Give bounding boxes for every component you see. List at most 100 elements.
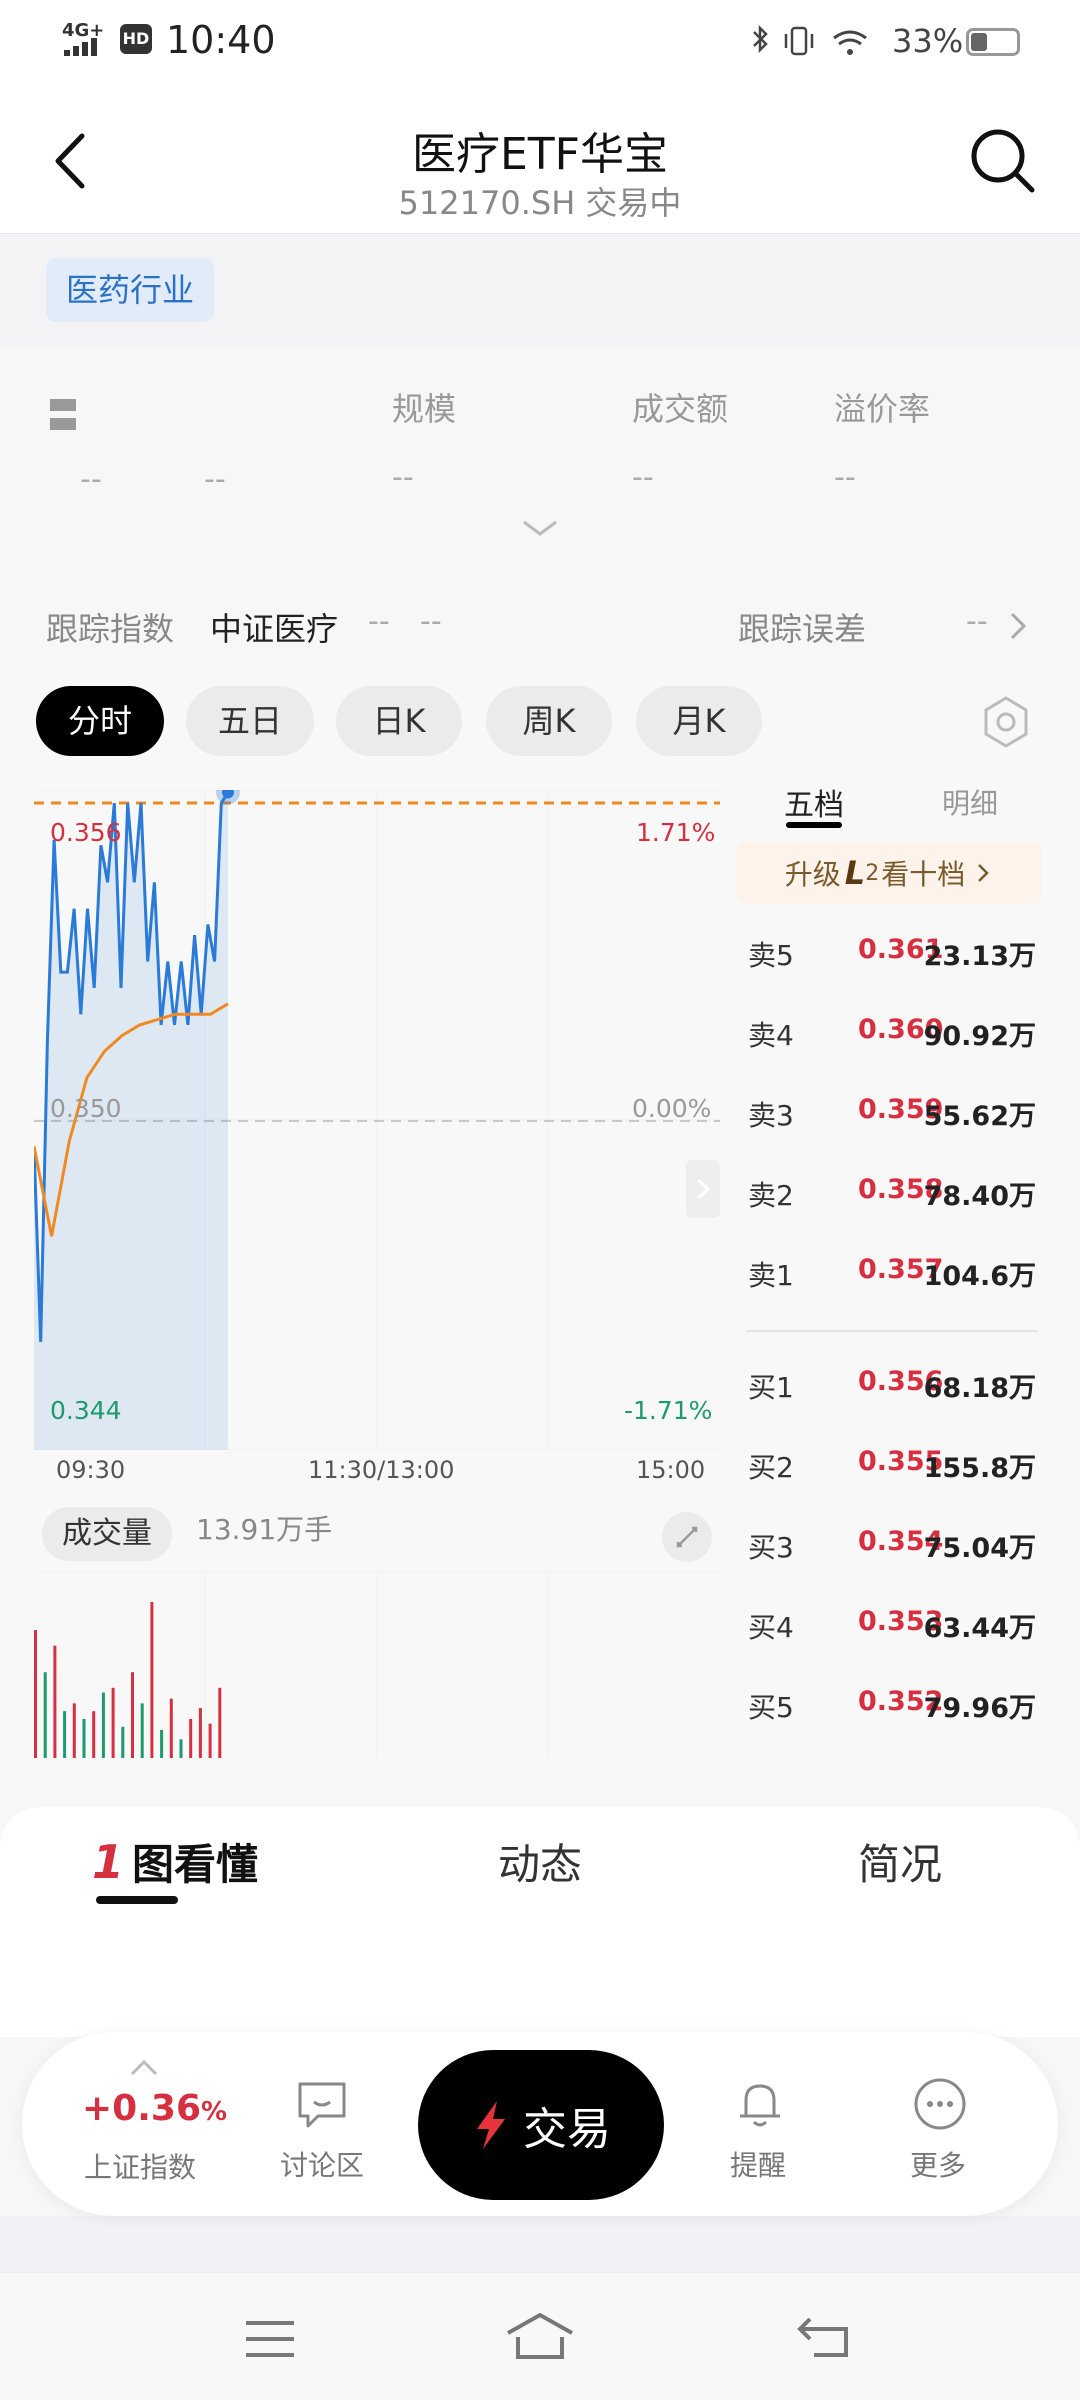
tab-chart-explain[interactable]: 1 图看懂 <box>92 1831 258 1892</box>
vibrate-icon <box>784 26 814 56</box>
sell-label: 卖4 <box>748 1019 794 1052</box>
gear-icon[interactable] <box>978 694 1034 750</box>
tab-five-day[interactable]: 五日 <box>186 686 314 756</box>
wifi-icon <box>833 30 867 55</box>
volume-bar <box>101 1692 105 1758</box>
tracking-row[interactable]: 跟踪指数 中证医疗 -- -- 跟踪误差 -- <box>0 590 1080 662</box>
sell-row-2[interactable]: 卖4 0.360 90.92万 <box>748 1014 1036 1054</box>
sell-vol: 55.62万 <box>923 1101 1036 1132</box>
buy-label: 买4 <box>748 1611 794 1644</box>
volume-bar <box>111 1687 115 1758</box>
sell-vol: 90.92万 <box>923 1021 1036 1052</box>
fullscreen-button[interactable] <box>662 1512 712 1562</box>
buy-label: 买3 <box>748 1531 794 1564</box>
tab-profile[interactable]: 简况 <box>858 1831 942 1892</box>
tab-intraday[interactable]: 分时 <box>36 686 164 756</box>
upgrade-l2-banner[interactable]: 升级 L2 看十档 <box>736 842 1042 904</box>
chevron-right-icon <box>1010 612 1027 640</box>
volume-selector[interactable]: 成交量 <box>42 1507 172 1561</box>
index-change: +0.36% <box>82 2088 228 2129</box>
tracking-index-label: 跟踪指数 <box>46 610 175 648</box>
premium-label: 溢价率 <box>834 390 931 428</box>
volume-bar <box>131 1672 134 1758</box>
tab-week-k[interactable]: 周K <box>486 686 612 756</box>
stats-panel: -- -- 规模 成交额 溢价率 -- -- -- 跟踪指数 中证医疗 -- -… <box>0 346 1080 662</box>
more-icon <box>914 2078 966 2130</box>
lightning-icon <box>477 2101 505 2149</box>
buy-label: 买1 <box>748 1371 794 1404</box>
tracking-error-value: -- <box>966 604 988 639</box>
price-mid-label: 0.350 <box>50 1094 122 1123</box>
price-chart[interactable] <box>34 790 720 1450</box>
battery-percent: 33% <box>892 22 964 60</box>
volume-bar <box>82 1719 86 1758</box>
sell-label: 卖2 <box>748 1179 794 1212</box>
trade-label: 交易 <box>523 2104 611 2155</box>
buy-row-1[interactable]: 买1 0.356 68.18万 <box>748 1366 1036 1406</box>
volume-bar <box>34 1630 37 1758</box>
bell-icon <box>740 2084 780 2127</box>
premium-value: -- <box>834 460 856 495</box>
page-title: 医疗ETF华宝 <box>412 129 668 180</box>
search-icon[interactable] <box>966 124 1038 196</box>
discussion-button[interactable]: 讨论区 <box>272 2070 392 2206</box>
buy-label: 买5 <box>748 1691 794 1724</box>
index-name: 上证指数 <box>84 2151 197 2184</box>
volume-value: 13.91万手 <box>196 1513 333 1546</box>
ticker-status: 512170.SH 交易中 <box>398 184 682 222</box>
status-icons <box>753 24 867 56</box>
order-book-tab-five[interactable]: 五档 <box>784 780 844 824</box>
order-book-tab-detail[interactable]: 明细 <box>942 782 998 822</box>
index-button[interactable]: +0.36% 上证指数 <box>60 2056 230 2206</box>
chart-expand-handle[interactable] <box>686 1160 720 1218</box>
signal-icon <box>64 38 97 56</box>
pct-high-label: 1.71% <box>636 818 716 847</box>
volume-bar <box>179 1739 183 1758</box>
chevron-down-icon[interactable] <box>520 518 560 538</box>
l2-logo: L <box>844 854 866 892</box>
industry-tag[interactable]: 医药行业 <box>46 258 215 322</box>
sell-row-4[interactable]: 卖2 0.358 78.40万 <box>748 1174 1036 1214</box>
scale-label: 规模 <box>392 390 457 428</box>
bottom-tabs: 1 图看懂 动态 简况 <box>0 1807 1080 2037</box>
sell-row-5[interactable]: 卖1 0.357 104.6万 <box>748 1254 1036 1294</box>
volume-bar <box>150 1602 154 1758</box>
buy-vol: 75.04万 <box>923 1533 1036 1564</box>
chat-icon <box>298 2082 346 2128</box>
tab-indicator <box>96 1896 178 1904</box>
buy-row-5[interactable]: 买5 0.352 79.96万 <box>748 1686 1036 1726</box>
alert-button[interactable]: 提醒 <box>716 2070 804 2206</box>
buy-row-2[interactable]: 买2 0.355 155.8万 <box>748 1446 1036 1486</box>
volume-bar <box>140 1703 144 1758</box>
tag-band: 医药行业 <box>0 234 1080 346</box>
tracking-error-label: 跟踪误差 <box>738 610 867 648</box>
home-icon[interactable] <box>504 2311 576 2361</box>
time-start-label: 09:30 <box>56 1456 126 1484</box>
sell-row-1[interactable]: 卖5 0.361 23.13万 <box>748 934 1036 974</box>
battery-icon <box>966 28 1020 56</box>
tab-news[interactable]: 动态 <box>498 1831 582 1892</box>
order-book-separator <box>746 1330 1038 1332</box>
sell-row-3[interactable]: 卖3 0.359 55.62万 <box>748 1094 1036 1134</box>
buy-row-3[interactable]: 买3 0.354 75.04万 <box>748 1526 1036 1566</box>
back-icon[interactable] <box>796 2313 852 2361</box>
volume-bar <box>53 1645 57 1758</box>
alert-label: 提醒 <box>730 2149 787 2182</box>
system-nav-bar <box>0 2272 1080 2400</box>
buy-row-4[interactable]: 买4 0.353 63.44万 <box>748 1606 1036 1646</box>
upgrade-suffix: 看十档 <box>881 858 966 891</box>
change-percent: -- <box>204 462 226 497</box>
more-button[interactable]: 更多 <box>896 2070 984 2206</box>
chevron-up-icon <box>130 2059 158 2076</box>
tracking-index-name: 中证医疗 <box>210 610 339 648</box>
tab-month-k[interactable]: 月K <box>636 686 762 756</box>
price-low-label: 0.344 <box>50 1396 122 1425</box>
menu-icon[interactable] <box>244 2317 296 2361</box>
tab-day-k[interactable]: 日K <box>336 686 462 756</box>
action-bar-bg <box>0 2216 1080 2272</box>
chevron-right-icon <box>696 1178 711 1200</box>
hd-badge: HD <box>120 24 152 54</box>
trade-button[interactable]: 交易 <box>418 2050 664 2200</box>
buy-vol: 68.18万 <box>923 1373 1036 1404</box>
tab-chart-explain-label: 图看懂 <box>132 1840 259 1889</box>
